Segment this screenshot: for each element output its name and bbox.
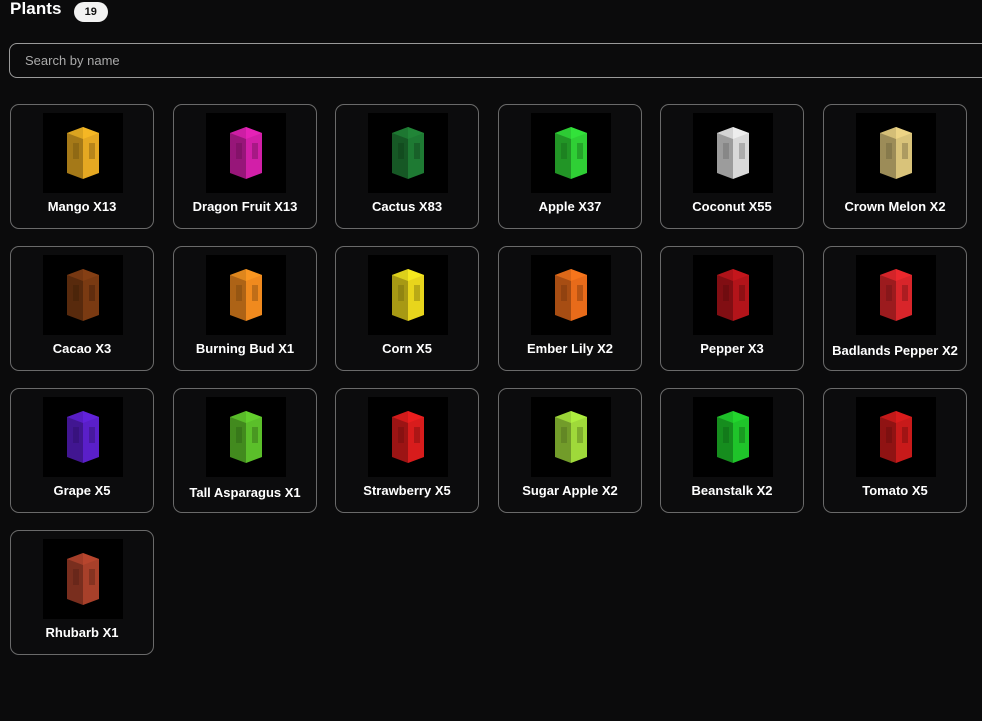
mango-icon [43, 113, 123, 193]
plant-card[interactable]: Crown Melon X2 [823, 104, 967, 229]
plant-label: Cactus X83 [371, 199, 443, 214]
plant-card[interactable]: Cactus X83 [335, 104, 479, 229]
plant-card[interactable]: Dragon Fruit X13 [173, 104, 317, 229]
burning-bud-icon [206, 255, 286, 335]
plant-label: Apple X37 [538, 199, 602, 214]
ember-lily-icon [531, 255, 611, 335]
plant-label: Dragon Fruit X13 [192, 199, 298, 214]
crown-melon-icon [856, 113, 936, 193]
plant-card[interactable]: Burning Bud X1 [173, 246, 317, 371]
plant-label: Grape X5 [53, 483, 111, 498]
corn-icon [368, 255, 448, 335]
count-badge: 19 [73, 2, 108, 22]
badlands-pepper-icon [856, 255, 936, 335]
plant-card[interactable]: Pepper X3 [660, 246, 804, 371]
plant-card[interactable]: Ember Lily X2 [498, 246, 642, 371]
tall-asparagus-icon [206, 397, 286, 477]
plant-label: Badlands Pepper X2 [832, 343, 958, 358]
page-title: Plants [10, 0, 62, 18]
plant-card[interactable]: Apple X37 [498, 104, 642, 229]
plant-card[interactable]: Tomato X5 [823, 388, 967, 513]
plant-card[interactable]: Strawberry X5 [335, 388, 479, 513]
plant-card[interactable]: Grape X5 [10, 388, 154, 513]
plant-card[interactable]: Coconut X55 [660, 104, 804, 229]
plant-card[interactable]: Cacao X3 [10, 246, 154, 371]
plant-label: Rhubarb X1 [45, 625, 119, 640]
tomato-icon [856, 397, 936, 477]
grape-icon [43, 397, 123, 477]
plant-label: Cacao X3 [52, 341, 112, 356]
sugar-apple-icon [531, 397, 611, 477]
plant-label: Pepper X3 [700, 341, 764, 356]
plant-label: Sugar Apple X2 [522, 483, 618, 498]
header: Plants 19 [10, 0, 108, 22]
plant-label: Corn X5 [382, 341, 432, 356]
plant-card[interactable]: Badlands Pepper X2 [823, 246, 967, 371]
beanstalk-icon [693, 397, 773, 477]
plant-card[interactable]: Corn X5 [335, 246, 479, 371]
plant-card[interactable]: Tall Asparagus X1 [173, 388, 317, 513]
plant-label: Beanstalk X2 [691, 483, 773, 498]
plant-label: Ember Lily X2 [527, 341, 613, 356]
plant-card[interactable]: Beanstalk X2 [660, 388, 804, 513]
plant-label: Mango X13 [47, 199, 117, 214]
apple-icon [531, 113, 611, 193]
strawberry-icon [368, 397, 448, 477]
search-input[interactable] [23, 52, 982, 69]
pepper-icon [693, 255, 773, 335]
plant-label: Strawberry X5 [363, 483, 451, 498]
corner-mark: ˈ [976, 0, 980, 8]
plant-card[interactable]: Sugar Apple X2 [498, 388, 642, 513]
dragon-fruit-icon [206, 113, 286, 193]
plant-label: Coconut X55 [692, 199, 772, 214]
plant-card[interactable]: Mango X13 [10, 104, 154, 229]
coconut-icon [693, 113, 773, 193]
search-box[interactable] [9, 43, 982, 78]
plant-label: Tomato X5 [862, 483, 928, 498]
cactus-icon [368, 113, 448, 193]
plant-label: Tall Asparagus X1 [189, 485, 301, 500]
plant-label: Crown Melon X2 [844, 199, 946, 214]
cacao-icon [43, 255, 123, 335]
rhubarb-icon [43, 539, 123, 619]
plant-label: Burning Bud X1 [195, 341, 295, 356]
plant-card[interactable]: Rhubarb X1 [10, 530, 154, 655]
